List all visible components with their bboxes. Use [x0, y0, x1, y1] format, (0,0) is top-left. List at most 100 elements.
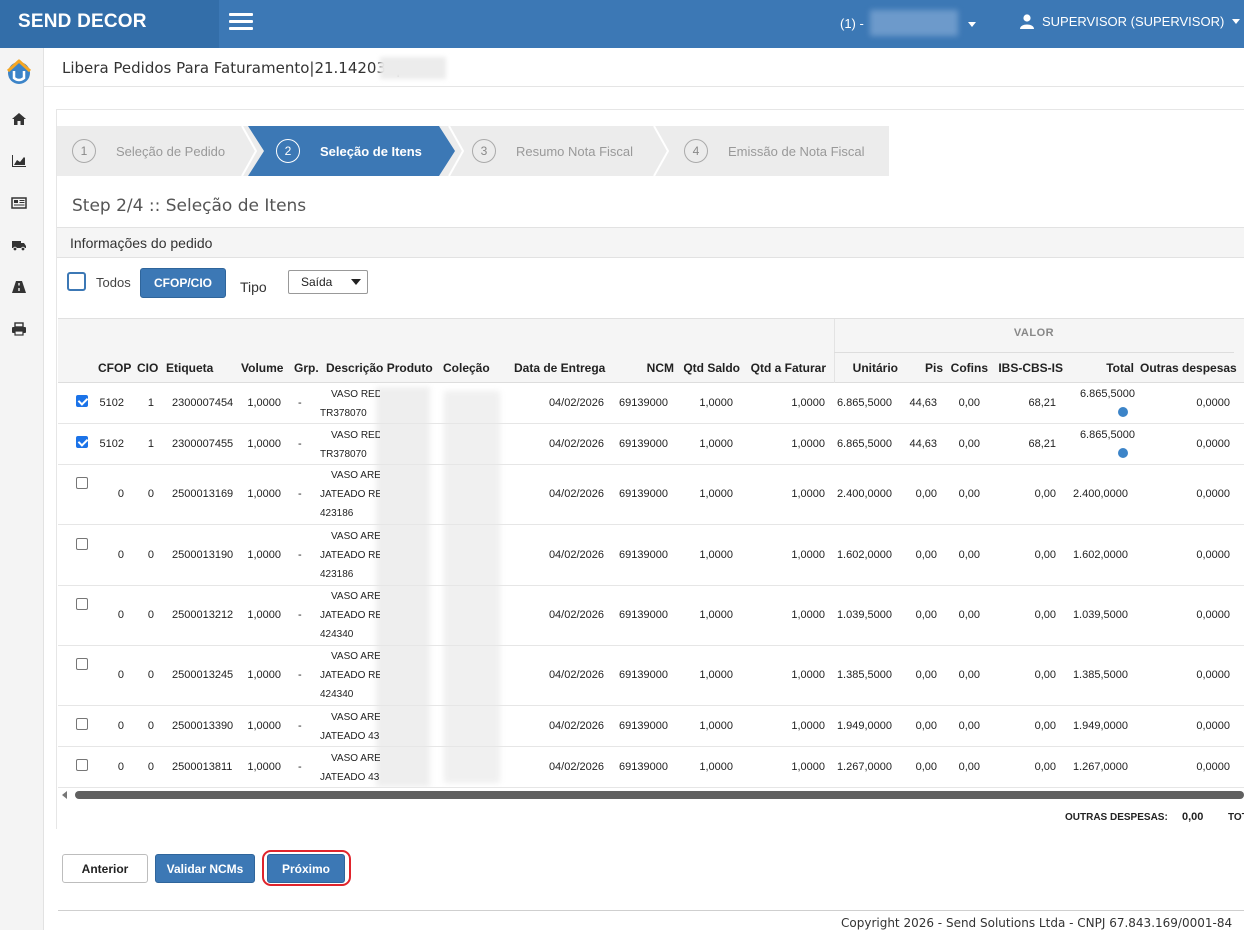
- column-header-qtd-faturar[interactable]: Qtd a Faturar: [744, 361, 826, 375]
- scroll-thumb[interactable]: [75, 791, 1244, 799]
- step-number: 4: [684, 139, 708, 163]
- cell-qtd-saldo: 1,0000: [699, 609, 733, 621]
- print-icon[interactable]: [11, 322, 27, 336]
- cell-grp: -: [298, 761, 302, 773]
- row-checkbox[interactable]: [76, 538, 88, 550]
- cell-pis: 0,00: [915, 609, 937, 621]
- cell-data: 04/02/2026: [548, 720, 604, 732]
- table-row[interactable]: 0 0 2500013190 1,0000 - 04/02/2026 69139000 1,0…: [58, 525, 1244, 586]
- cell-unitario: 6.865,5000: [836, 438, 892, 450]
- wizard-step-3[interactable]: 3 Resumo Nota Fiscal: [472, 126, 633, 176]
- table-row[interactable]: 5102 1 2300007454 1,0000 - 04/02/2026 69139000…: [58, 383, 1244, 424]
- table-row[interactable]: 0 0 2500013169 1,0000 - 04/02/2026 69139000 1,0…: [58, 465, 1244, 525]
- column-header-volume[interactable]: Volume: [241, 361, 287, 375]
- column-header-cio[interactable]: CIO: [137, 361, 161, 375]
- company-caret-icon[interactable]: [968, 22, 976, 27]
- next-button[interactable]: Próximo: [267, 854, 345, 883]
- scroll-left-icon[interactable]: [62, 791, 67, 799]
- home-icon[interactable]: [11, 112, 27, 126]
- description-line: JATEADO RE: [320, 550, 380, 561]
- company-selector-label[interactable]: (1) -: [840, 16, 864, 31]
- header-divider: [44, 86, 1244, 87]
- column-header-cfop[interactable]: CFOP: [98, 361, 131, 375]
- cell-ibs: 0,00: [1034, 720, 1056, 732]
- cell-etiqueta: 2500013811: [172, 761, 233, 773]
- description-line: JATEADO RE: [320, 489, 380, 500]
- row-checkbox[interactable]: [76, 658, 88, 670]
- status-dot-icon[interactable]: [1118, 448, 1128, 458]
- page-title: Libera Pedidos Para Faturamento|21.14203…: [62, 59, 401, 77]
- cell-qtd-faturar: 1,0000: [791, 488, 825, 500]
- cell-outras: 0,0000: [1196, 669, 1230, 681]
- column-header-pis[interactable]: Pis: [918, 361, 943, 375]
- cell-etiqueta: 2500013212: [172, 609, 234, 621]
- row-checkbox[interactable]: [76, 436, 88, 448]
- wizard-step-2[interactable]: 2 Seleção de Itens: [276, 126, 422, 176]
- cell-pis: 0,00: [915, 488, 937, 500]
- cell-ibs: 0,00: [1034, 549, 1056, 561]
- cell-descricao: VASO RED TR378070: [320, 426, 380, 464]
- cell-unitario: 1.039,5000: [836, 609, 892, 621]
- row-checkbox[interactable]: [76, 395, 88, 407]
- cell-outras: 0,0000: [1196, 609, 1230, 621]
- table-row[interactable]: 0 0 2500013811 1,0000 - 04/02/2026 69139000 1,0…: [58, 747, 1244, 788]
- cell-qtd-faturar: 1,0000: [791, 397, 825, 409]
- validate-ncm-button[interactable]: Validar NCMs: [155, 854, 255, 883]
- select-all-checkbox[interactable]: [67, 272, 86, 291]
- column-header-etiqueta[interactable]: Etiqueta: [166, 361, 236, 375]
- order-info-bar[interactable]: Informações do pedido: [57, 227, 1244, 258]
- chart-icon[interactable]: [11, 154, 27, 168]
- cell-etiqueta: 2300007454: [172, 397, 234, 409]
- column-header-ibs-cbs-is[interactable]: IBS-CBS-IS: [990, 361, 1063, 375]
- column-header-outras-despesas[interactable]: Outras despesas: [1140, 361, 1244, 375]
- cell-total: 1.949,0000: [1072, 720, 1128, 732]
- valor-underline: [834, 352, 1234, 353]
- house-logo-icon[interactable]: [5, 58, 33, 86]
- step-number: 3: [472, 139, 496, 163]
- wizard-step-4[interactable]: 4 Emissão de Nota Fiscal: [684, 126, 865, 176]
- cell-descricao: VASO ARE JATEADO 43: [320, 708, 380, 746]
- row-checkbox[interactable]: [76, 477, 88, 489]
- row-checkbox[interactable]: [76, 598, 88, 610]
- column-header-colecao[interactable]: Coleção: [443, 361, 503, 375]
- table-row[interactable]: 0 0 2500013245 1,0000 - 04/02/2026 69139000 1,0…: [58, 646, 1244, 706]
- column-header-data-entrega[interactable]: Data de Entrega: [514, 361, 614, 375]
- description-line: JATEADO 43: [320, 772, 380, 783]
- cell-ncm: 69139000: [619, 761, 668, 773]
- column-header-unitario[interactable]: Unitário: [838, 361, 898, 375]
- cell-cofins: 0,00: [958, 438, 980, 450]
- user-menu[interactable]: SUPERVISOR (SUPERVISOR): [1020, 14, 1241, 29]
- cell-cofins: 0,00: [958, 488, 980, 500]
- column-header-cofins[interactable]: Cofins: [948, 361, 988, 375]
- column-header-total[interactable]: Total: [1098, 361, 1134, 375]
- newspaper-icon[interactable]: [11, 196, 27, 210]
- user-icon: [1020, 14, 1034, 29]
- horizontal-scrollbar[interactable]: [58, 789, 1244, 801]
- row-checkbox[interactable]: [76, 759, 88, 771]
- cell-ncm: 69139000: [619, 720, 668, 732]
- cell-cio: 0: [147, 549, 154, 561]
- column-header-grp[interactable]: Grp.: [294, 361, 320, 375]
- menu-toggle-icon[interactable]: [229, 13, 253, 33]
- row-checkbox[interactable]: [76, 718, 88, 730]
- cell-cio: 0: [147, 720, 154, 732]
- table-row[interactable]: 0 0 2500013212 1,0000 - 04/02/2026 69139000 1,0…: [58, 586, 1244, 646]
- column-header-ncm[interactable]: NCM: [638, 361, 674, 375]
- table-row[interactable]: 5102 1 2300007455 1,0000 - 04/02/2026 69139000…: [58, 424, 1244, 465]
- column-header-qtd-saldo[interactable]: Qtd Saldo: [680, 361, 740, 375]
- cell-descricao: VASO ARE JATEADO RE 423186: [320, 527, 380, 584]
- table-row[interactable]: 0 0 2500013390 1,0000 - 04/02/2026 69139000 1,0…: [58, 706, 1244, 747]
- cell-data: 04/02/2026: [548, 488, 604, 500]
- truck-icon[interactable]: [11, 238, 27, 252]
- status-dot-icon[interactable]: [1118, 407, 1128, 417]
- footer-divider: [58, 910, 1244, 911]
- cfop-cio-button[interactable]: CFOP/CIO: [140, 268, 226, 298]
- previous-button[interactable]: Anterior: [62, 854, 148, 883]
- column-header-descricao[interactable]: Descrição Produto: [326, 361, 438, 375]
- road-icon[interactable]: [11, 280, 27, 294]
- cell-descricao: VASO ARE JATEADO RE 423186: [320, 466, 380, 523]
- tipo-select[interactable]: Saída: [288, 270, 368, 294]
- wizard-step-1[interactable]: 1 Seleção de Pedido: [72, 126, 225, 176]
- step-label: Emissão de Nota Fiscal: [728, 143, 865, 159]
- brand-logo[interactable]: SEND DECOR: [0, 0, 219, 48]
